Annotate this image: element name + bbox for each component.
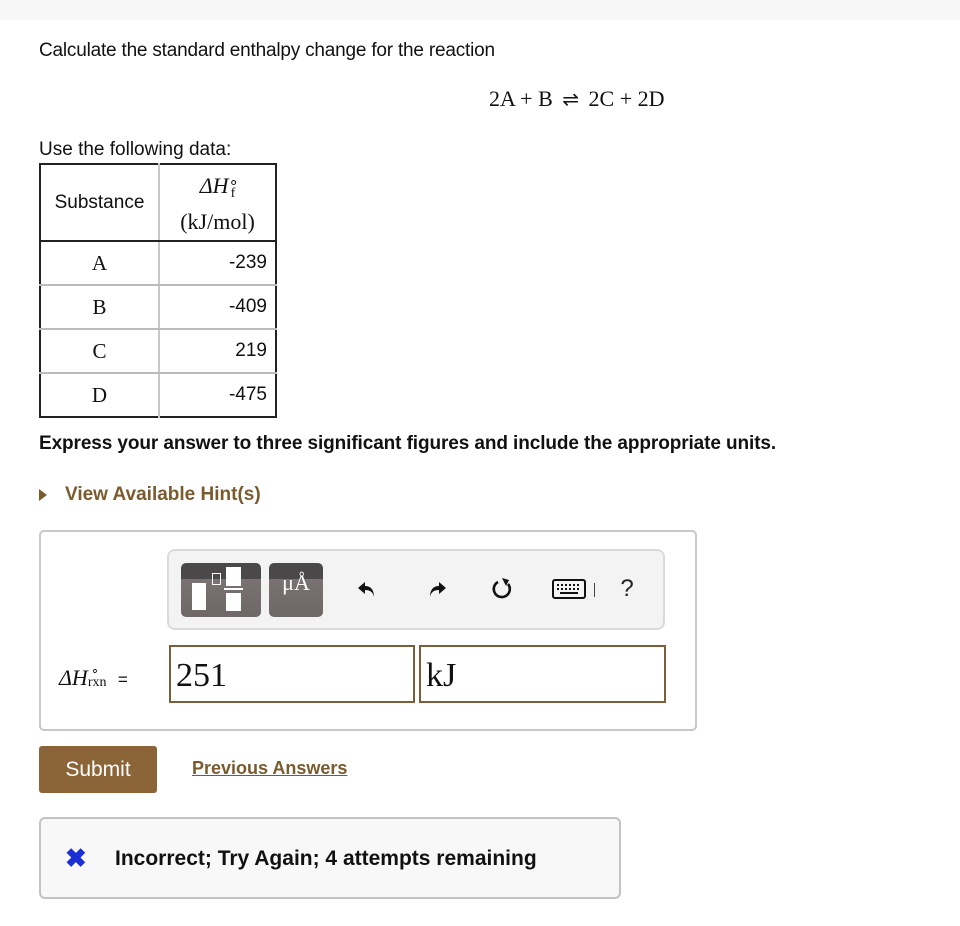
feedback-box: ✖ Incorrect; Try Again; 4 attempts remai… (39, 817, 621, 899)
help-button[interactable]: ? (609, 571, 645, 607)
header-units: (kJ/mol) (180, 209, 255, 234)
answer-label: ΔH ∘ rxn = (59, 663, 128, 690)
substance-cell: B (40, 285, 160, 330)
symbols-button[interactable]: μÅ (269, 563, 323, 617)
reaction-equation: 2A + B ⇌ 2C + 2D (489, 86, 665, 112)
top-bar (0, 0, 960, 20)
equilibrium-arrow: ⇌ (562, 89, 580, 111)
enthalpy-cell: -475 (228, 384, 267, 405)
answer-panel: μÅ ? ΔH ∘ rxn = 251 kJ (39, 530, 697, 731)
answer-value-input[interactable]: 251 (169, 645, 415, 703)
table-row: B -409 (40, 285, 276, 330)
keyboard-button[interactable] (549, 571, 589, 607)
substance-cell: A (40, 241, 160, 286)
redo-icon (430, 582, 446, 597)
equation-reactants: 2A + B (489, 86, 553, 111)
table-header-row: Substance ΔH∘f (kJ/mol) (40, 164, 276, 242)
undo-button[interactable] (349, 571, 385, 607)
table-row: D -475 (40, 373, 276, 417)
table-row: C 219 (40, 329, 276, 374)
math-toolbar: μÅ ? (167, 549, 665, 630)
view-hints-label: View Available Hint(s) (65, 484, 261, 505)
enthalpy-cell: -409 (159, 285, 276, 330)
enthalpy-cell: 219 (159, 329, 276, 374)
question-intro: Calculate the standard enthalpy change f… (39, 40, 495, 61)
table-row: A -239 (40, 241, 276, 286)
redo-button[interactable] (419, 571, 455, 607)
delta-h-symbol: ΔH (59, 665, 88, 690)
header-substance: Substance (40, 164, 160, 242)
equation-products: 2C + 2D (588, 86, 665, 111)
enthalpy-data-table: Substance ΔH∘f (kJ/mol) A -239 B -409 C … (39, 163, 277, 418)
submit-button[interactable]: Submit (39, 746, 157, 793)
enthalpy-cell: -239 (159, 241, 276, 286)
reset-button[interactable] (484, 571, 520, 607)
view-hints-link[interactable]: View Available Hint(s) (39, 484, 261, 506)
answer-units-input[interactable]: kJ (419, 645, 666, 703)
previous-answers-link[interactable]: Previous Answers (192, 758, 347, 779)
answer-instructions: Express your answer to three significant… (39, 433, 777, 454)
toolbar-separator (594, 583, 595, 597)
keyboard-icon (552, 579, 586, 599)
incorrect-x-icon: ✖ (65, 843, 87, 873)
header-dh-symbol: ΔH∘f (199, 173, 239, 201)
caret-right-icon (39, 489, 47, 501)
reset-icon (492, 578, 512, 599)
header-enthalpy: ΔH∘f (kJ/mol) (159, 164, 276, 242)
substance-cell: D (40, 373, 160, 417)
undo-icon (358, 582, 374, 597)
templates-button[interactable] (181, 563, 261, 617)
equals-sign: = (117, 670, 128, 689)
feedback-message: Incorrect; Try Again; 4 attempts remaini… (115, 847, 537, 870)
use-data-label: Use the following data: (39, 139, 232, 160)
substance-cell: C (40, 329, 160, 374)
